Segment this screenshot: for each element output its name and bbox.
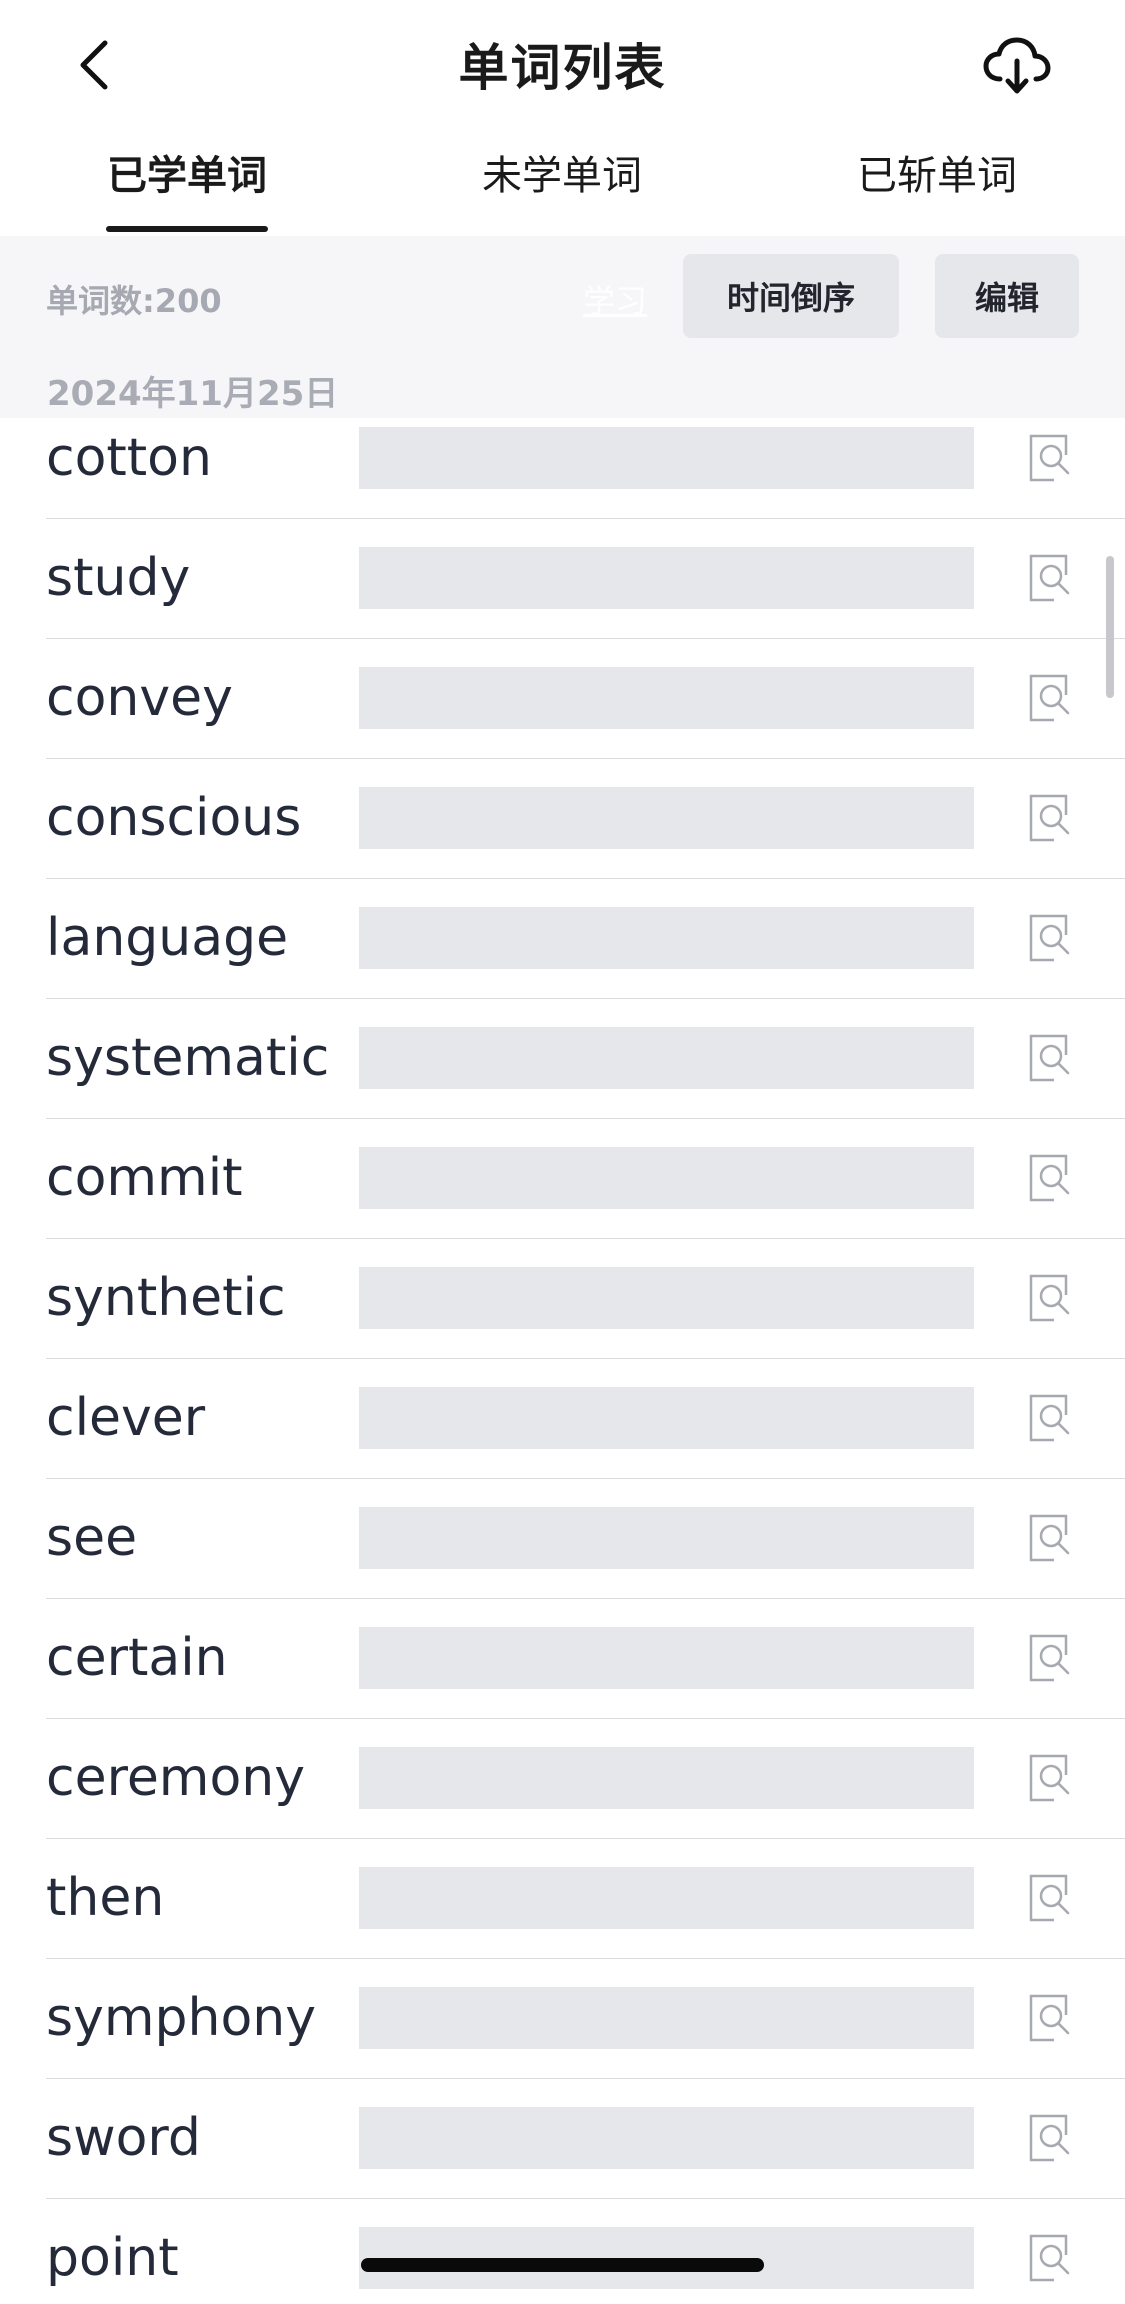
- word-text: clever: [46, 1388, 206, 1448]
- lookup-detail-icon[interactable]: [1028, 433, 1076, 483]
- word-row[interactable]: point: [0, 2198, 1125, 2304]
- word-text: language: [46, 908, 289, 968]
- sort-time-desc-button[interactable]: 时间倒序: [683, 254, 899, 338]
- meaning-mask[interactable]: [359, 907, 974, 969]
- tab-bar: 已学单词 未学单词 已斩单词: [0, 130, 1125, 236]
- cloud-download-icon: [983, 37, 1051, 94]
- word-row[interactable]: conscious: [0, 758, 1125, 878]
- word-text: see: [46, 1508, 138, 1568]
- word-text: symphony: [46, 1988, 317, 2048]
- meaning-mask[interactable]: [359, 1987, 974, 2049]
- word-row[interactable]: cotton: [0, 418, 1125, 518]
- word-text: ceremony: [46, 1748, 306, 1808]
- word-text: study: [46, 548, 191, 608]
- word-count: 单词数:200: [46, 282, 222, 320]
- meaning-mask[interactable]: [359, 1387, 974, 1449]
- word-row[interactable]: ceremony: [0, 1718, 1125, 1838]
- learn-link[interactable]: 学习: [583, 276, 647, 322]
- meaning-mask[interactable]: [359, 2107, 974, 2169]
- meaning-mask[interactable]: [359, 787, 974, 849]
- lookup-detail-icon[interactable]: [1028, 1393, 1076, 1443]
- lookup-detail-icon[interactable]: [1028, 1513, 1076, 1563]
- word-text: sword: [46, 2108, 201, 2168]
- word-row[interactable]: symphony: [0, 1958, 1125, 2078]
- list-toolbar: 单词数:200 学习 时间倒序 编辑 2024年11月25日: [0, 236, 1125, 418]
- lookup-detail-icon[interactable]: [1028, 793, 1076, 843]
- meaning-mask[interactable]: [359, 1507, 974, 1569]
- download-button[interactable]: [979, 28, 1055, 104]
- tab-mastered[interactable]: 已斩单词: [856, 146, 1018, 206]
- word-text: synthetic: [46, 1268, 286, 1328]
- date-group-header: 2024年11月25日: [47, 374, 339, 414]
- scrollbar[interactable]: [1106, 556, 1114, 698]
- lookup-detail-icon[interactable]: [1028, 1753, 1076, 1803]
- word-row[interactable]: synthetic: [0, 1238, 1125, 1358]
- word-row[interactable]: language: [0, 878, 1125, 998]
- tab-unlearned[interactable]: 未学单词: [481, 146, 643, 206]
- lookup-detail-icon[interactable]: [1028, 1633, 1076, 1683]
- word-row[interactable]: study: [0, 518, 1125, 638]
- word-text: conscious: [46, 788, 302, 848]
- word-text: convey: [46, 668, 233, 728]
- word-text: then: [46, 1868, 165, 1928]
- word-text: point: [46, 2228, 179, 2288]
- meaning-mask[interactable]: [359, 667, 974, 729]
- word-row[interactable]: see: [0, 1478, 1125, 1598]
- meaning-mask[interactable]: [359, 1867, 974, 1929]
- nav-bar: 单词列表: [0, 0, 1125, 130]
- meaning-mask[interactable]: [359, 1627, 974, 1689]
- meaning-mask[interactable]: [359, 1267, 974, 1329]
- word-row[interactable]: clever: [0, 1358, 1125, 1478]
- lookup-detail-icon[interactable]: [1028, 1993, 1076, 2043]
- home-indicator: [361, 2258, 764, 2272]
- word-row[interactable]: certain: [0, 1598, 1125, 1718]
- lookup-detail-icon[interactable]: [1028, 2113, 1076, 2163]
- word-row[interactable]: sword: [0, 2078, 1125, 2198]
- word-text: certain: [46, 1628, 228, 1688]
- meaning-mask[interactable]: [359, 427, 974, 489]
- tab-learned[interactable]: 已学单词: [106, 146, 268, 206]
- page-title: 单词列表: [458, 39, 667, 97]
- word-row[interactable]: then: [0, 1838, 1125, 1958]
- meaning-mask[interactable]: [359, 1027, 974, 1089]
- tab-active-underline: [106, 226, 268, 232]
- lookup-detail-icon[interactable]: [1028, 1873, 1076, 1923]
- word-text: systematic: [46, 1028, 330, 1088]
- lookup-detail-icon[interactable]: [1028, 2233, 1076, 2283]
- word-text: cotton: [46, 428, 212, 488]
- meaning-mask[interactable]: [359, 1147, 974, 1209]
- meaning-mask[interactable]: [359, 1747, 974, 1809]
- word-text: commit: [46, 1148, 243, 1208]
- lookup-detail-icon[interactable]: [1028, 913, 1076, 963]
- word-list: cotton study convey conscious language system…: [0, 418, 1125, 2304]
- lookup-detail-icon[interactable]: [1028, 1033, 1076, 1083]
- edit-button[interactable]: 编辑: [935, 254, 1079, 338]
- meaning-mask[interactable]: [359, 547, 974, 609]
- lookup-detail-icon[interactable]: [1028, 553, 1076, 603]
- lookup-detail-icon[interactable]: [1028, 1273, 1076, 1323]
- lookup-detail-icon[interactable]: [1028, 673, 1076, 723]
- word-row[interactable]: convey: [0, 638, 1125, 758]
- word-row[interactable]: commit: [0, 1118, 1125, 1238]
- lookup-detail-icon[interactable]: [1028, 1153, 1076, 1203]
- word-row[interactable]: systematic: [0, 998, 1125, 1118]
